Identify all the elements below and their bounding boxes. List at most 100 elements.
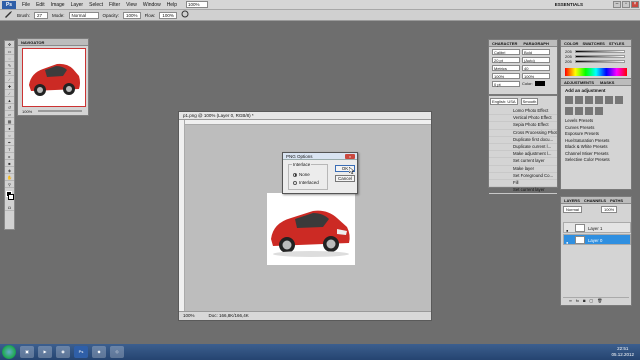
interlace-none-radio[interactable]: None <box>293 172 310 177</box>
brush-tool-icon[interactable] <box>4 10 13 20</box>
tab-layers[interactable]: LAYERS <box>564 197 580 203</box>
action-item[interactable]: Vertical Photo Effect <box>489 115 557 123</box>
lasso-tool-icon[interactable]: ◌ <box>5 56 14 62</box>
blue-slider[interactable] <box>575 60 625 63</box>
menu-edit[interactable]: Edit <box>33 2 48 8</box>
eyedropper-tool-icon[interactable]: ⁄ <box>5 77 14 83</box>
action-item[interactable]: Lomo Photo Effect <box>489 108 557 116</box>
3d-rotate-tool-icon[interactable]: ◈ <box>5 168 14 174</box>
tab-adjustments[interactable]: ADJUSTMENTS <box>564 79 594 85</box>
tab-paragraph[interactable]: PARAGRAPH <box>523 40 548 46</box>
eraser-tool-icon[interactable]: ▱ <box>5 112 14 118</box>
brightness-icon[interactable] <box>565 96 573 104</box>
hue-saturation-icon[interactable] <box>615 96 623 104</box>
font-family-select[interactable]: Calibri <box>492 49 520 55</box>
color-swatches[interactable] <box>5 190 14 204</box>
red-slider[interactable] <box>575 50 625 53</box>
interlace-interlaced-radio[interactable]: Interlaced <box>293 180 319 185</box>
black-white-icon[interactable] <box>575 107 583 115</box>
app-icon[interactable]: ◆ <box>92 346 106 358</box>
preset-selective-color[interactable]: Selective Color Presets <box>565 157 629 164</box>
language-select[interactable]: English: USA <box>490 98 518 105</box>
levels-icon[interactable] <box>575 96 583 104</box>
action-item[interactable]: Cross Processing Photo... <box>489 130 557 137</box>
zoom-level-select[interactable]: 100% <box>185 1 208 8</box>
exposure-icon[interactable] <box>595 96 603 104</box>
text-color-swatch[interactable] <box>534 81 545 86</box>
color-balance-icon[interactable] <box>565 107 573 115</box>
navigator-zoom-slider[interactable] <box>38 110 82 112</box>
fx-icon[interactable]: fx <box>576 298 579 303</box>
tab-masks[interactable]: MASKS <box>600 79 614 85</box>
gradient-tool-icon[interactable]: ▦ <box>5 119 14 125</box>
curves-icon[interactable] <box>585 96 593 104</box>
opacity-field[interactable]: 100% <box>123 11 141 19</box>
action-item[interactable]: Make layer <box>489 166 557 173</box>
menu-select[interactable]: Select <box>86 2 106 8</box>
tab-character[interactable]: CHARACTER <box>492 40 517 46</box>
history-brush-tool-icon[interactable]: ↺ <box>5 105 14 111</box>
cancel-button[interactable]: Cancel <box>335 175 355 182</box>
navigator-tab[interactable]: NAVIGATOR <box>18 39 88 46</box>
tab-styles[interactable]: STYLES <box>609 40 625 46</box>
horizontal-scale-field[interactable]: 100% <box>522 73 550 79</box>
shape-tool-icon[interactable]: ■ <box>5 161 14 167</box>
flow-field[interactable]: 100% <box>159 11 177 19</box>
minimize-button[interactable]: – <box>613 1 621 8</box>
blue-value[interactable]: 205 <box>565 59 572 64</box>
quick-select-tool-icon[interactable]: ✎ <box>5 63 14 69</box>
media-player-icon[interactable]: ▶ <box>38 346 52 358</box>
leading-field[interactable]: (Auto) <box>522 57 550 63</box>
quick-mask-icon[interactable]: ◘ <box>5 205 14 211</box>
tab-swatches[interactable]: SWATCHES <box>582 40 604 46</box>
mode-select[interactable]: Normal <box>68 11 99 19</box>
menu-layer[interactable]: Layer <box>68 2 87 8</box>
stamp-tool-icon[interactable]: ▲ <box>5 98 14 104</box>
vertical-scale-field[interactable]: 100% <box>492 73 520 79</box>
dodge-tool-icon[interactable]: ○ <box>5 133 14 139</box>
navigator-thumbnail[interactable] <box>22 48 86 107</box>
explorer-icon[interactable]: ▣ <box>20 346 34 358</box>
status-zoom[interactable]: 100% <box>183 312 195 320</box>
tracking-field[interactable]: 40 <box>522 65 550 71</box>
blend-mode-select[interactable]: Normal <box>563 206 582 213</box>
photo-filter-icon[interactable] <box>585 107 593 115</box>
crop-tool-icon[interactable]: ⌗ <box>5 70 14 76</box>
airbrush-icon[interactable] <box>181 10 189 20</box>
menu-view[interactable]: View <box>123 2 140 8</box>
baseline-shift-field[interactable]: 0 pt <box>492 81 520 87</box>
restore-button[interactable]: ▫ <box>622 1 630 8</box>
kerning-field[interactable]: Metrics <box>492 65 520 71</box>
visibility-eye-icon[interactable]: ● <box>566 237 568 248</box>
close-window-button[interactable]: × <box>631 1 639 8</box>
action-item[interactable]: Sepia Photo Effect <box>489 122 557 130</box>
move-tool-icon[interactable]: ✥ <box>5 42 14 48</box>
green-slider[interactable] <box>575 55 625 58</box>
font-size-field[interactable]: 20 pt <box>492 57 520 63</box>
tab-color[interactable]: COLOR <box>564 40 578 46</box>
app-icon[interactable]: ◇ <box>110 346 124 358</box>
menu-filter[interactable]: Filter <box>106 2 123 8</box>
menu-image[interactable]: Image <box>48 2 68 8</box>
blur-tool-icon[interactable]: ● <box>5 126 14 132</box>
pen-tool-icon[interactable]: ✒ <box>5 140 14 146</box>
brush-tool-icon[interactable]: ⁄ <box>5 91 14 97</box>
zoom-tool-icon[interactable]: ⚲ <box>5 182 14 188</box>
action-item[interactable]: Make adjustment l... <box>489 151 557 159</box>
action-item[interactable]: Set current layer <box>489 187 557 195</box>
action-item[interactable]: Set current layer <box>489 158 557 166</box>
hand-tool-icon[interactable]: ✋ <box>5 175 14 181</box>
car-image[interactable] <box>267 193 355 265</box>
channel-mixer-icon[interactable] <box>595 107 603 115</box>
workspace-switcher[interactable]: ESSENTIALS <box>555 2 583 7</box>
layer-row[interactable]: ● Layer 1 <box>563 222 631 233</box>
system-clock[interactable]: 22:51 05.12.2012 <box>611 346 634 358</box>
new-layer-icon[interactable]: ▢ <box>589 298 593 303</box>
action-item[interactable]: Set Foreground Co... <box>489 173 557 181</box>
layer-row-selected[interactable]: ● Layer 0 <box>563 234 631 245</box>
vibrance-icon[interactable] <box>605 96 613 104</box>
mask-icon[interactable]: ◙ <box>583 298 585 303</box>
dialog-close-button[interactable]: × <box>345 154 355 159</box>
type-tool-icon[interactable]: T <box>5 147 14 153</box>
photoshop-taskbar-icon[interactable]: Ps <box>74 346 88 358</box>
